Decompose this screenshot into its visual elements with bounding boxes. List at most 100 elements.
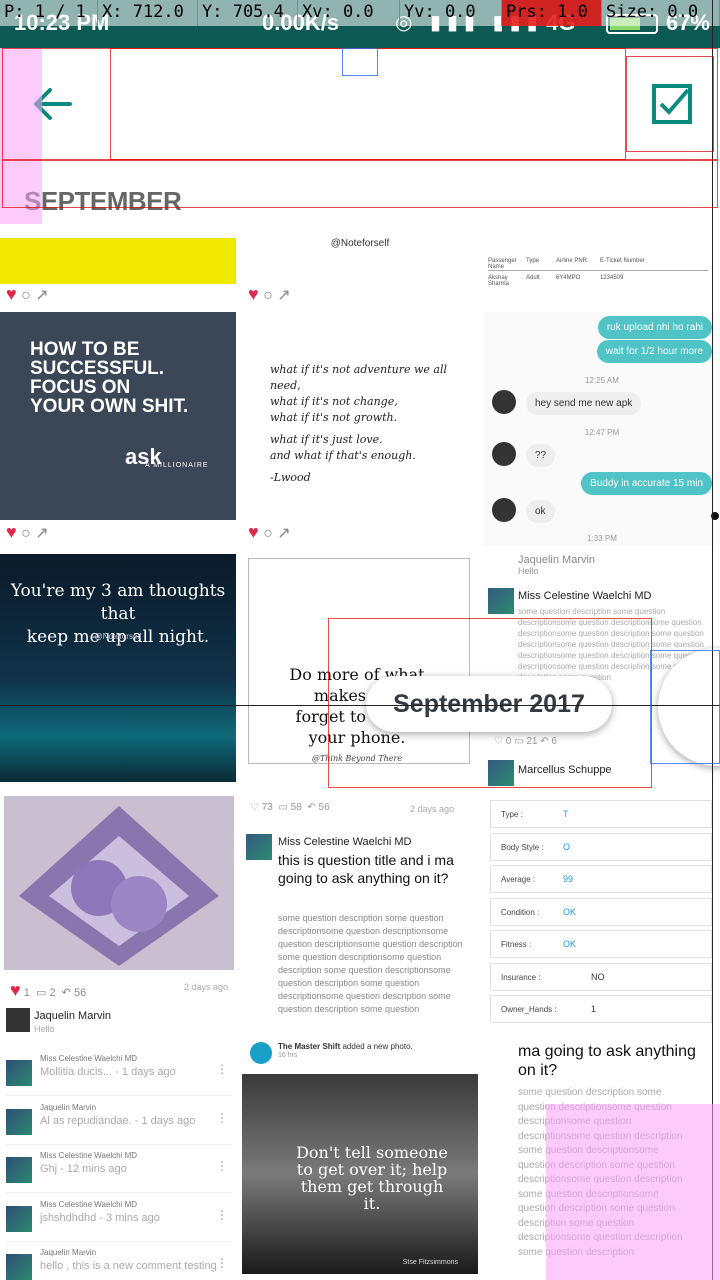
avatar bbox=[488, 760, 514, 786]
page-avatar bbox=[250, 1042, 272, 1064]
avatar bbox=[492, 498, 516, 522]
list-item[interactable]: Miss Celestine Waelchi MD Mollitia ducis.… bbox=[6, 1048, 232, 1096]
post-author: Miss Celestine Waelchi MD bbox=[518, 590, 652, 602]
comment-author: Miss Celestine Waelchi MD bbox=[40, 1199, 138, 1209]
confirm-button[interactable] bbox=[650, 82, 694, 126]
ticket-table: Passenger Name Type Airline PNR E-Ticket… bbox=[488, 238, 708, 298]
grid-tile[interactable]: Do more of what makes you forget to chec… bbox=[242, 554, 478, 792]
comment-icon[interactable]: ○ bbox=[21, 525, 31, 542]
share-count: 6 bbox=[551, 736, 557, 747]
grid-tile[interactable]: You're my 3 am thoughts that keep me up … bbox=[0, 554, 236, 782]
ticket-header: Type bbox=[526, 258, 540, 264]
list-item[interactable]: Jaquelin Marvin hello , this is a new com… bbox=[6, 1242, 232, 1280]
form-label: Owner_Hands : bbox=[501, 1005, 557, 1014]
ask-line: HOW TO BE bbox=[30, 339, 140, 360]
avatar bbox=[6, 1060, 32, 1086]
quote-line: Don't tell someone bbox=[296, 1143, 448, 1162]
chat-time: 12:25 AM bbox=[585, 376, 619, 385]
grid-tile[interactable]: ♡ 73 ▭ 58 ↶ 56 2 days ago Miss Celestine… bbox=[242, 796, 478, 1034]
tile-actions: ♥ ○ ↗ bbox=[6, 284, 49, 304]
ask-line: FOCUS ON bbox=[30, 377, 131, 398]
quote-line: what if it's not growth. bbox=[270, 411, 398, 424]
chat-bubble-in: hey send me new apk bbox=[526, 392, 642, 415]
quote-line: -Lwood bbox=[270, 471, 311, 484]
pointer-crosshair-h bbox=[0, 705, 720, 706]
tile-actions: ♥ ○ ↗ bbox=[0, 522, 236, 546]
grid-tile[interactable]: what if it's not adventure we all need, … bbox=[242, 312, 478, 546]
avatar bbox=[6, 1205, 32, 1232]
post-header: The Master Shift added a new photo. bbox=[278, 1042, 413, 1051]
form-value: 1 bbox=[591, 1004, 597, 1014]
like-count: 0 bbox=[505, 736, 512, 747]
comment-count: 58 bbox=[290, 802, 302, 813]
post-stats: ♥ 1 ▭ 2 ↶ 56 bbox=[10, 980, 87, 1000]
form-label: Average : bbox=[501, 875, 536, 884]
grid-tile[interactable]: @Noteforself ♥ ○ ↗ bbox=[242, 238, 478, 308]
ticket-header: Passenger Name bbox=[488, 258, 517, 270]
form-label: Body Style : bbox=[501, 842, 544, 852]
heart-icon[interactable]: ♥ bbox=[10, 980, 21, 1000]
post-header-sub: Hello bbox=[518, 566, 539, 576]
list-item[interactable]: Miss Celestine Waelchi MD jshshdhdhd - 3 … bbox=[6, 1194, 232, 1242]
night-credit: @Noteforself bbox=[94, 632, 142, 641]
avatar bbox=[6, 1108, 32, 1135]
form-value: 99 bbox=[563, 874, 574, 884]
post-time: 16 hrs bbox=[278, 1052, 298, 1059]
post-header-name: Jaquelin Marvin bbox=[518, 554, 596, 566]
more-icon[interactable]: ⋮ bbox=[216, 1256, 228, 1270]
page-name: The Master Shift bbox=[278, 1042, 341, 1051]
quote-line: it. bbox=[363, 1194, 381, 1213]
touch-trail bbox=[0, 48, 42, 224]
quote-line: to get over it; help bbox=[296, 1160, 448, 1179]
chat-time: 12:47 PM bbox=[584, 428, 620, 437]
share-icon[interactable]: ↗ bbox=[35, 525, 48, 542]
overlay-pointer: P: 1 / 1 bbox=[0, 0, 98, 26]
grid-tile[interactable]: ♥ 1 ▭ 2 ↶ 56 2 days ago Jaquelin Marvin … bbox=[0, 796, 236, 1034]
grid-tile[interactable]: Miss Celestine Waelchi MD Mollitia ducis.… bbox=[0, 1038, 236, 1280]
form-row: Insurance : NO bbox=[490, 962, 712, 991]
chat-bubble-in: ?? bbox=[526, 444, 556, 467]
more-icon[interactable]: ⋮ bbox=[216, 1111, 228, 1125]
form-label: Condition : bbox=[501, 907, 540, 917]
grid-tile[interactable]: ruk upload nhi ho rahi wait for 1/2 hour… bbox=[484, 312, 720, 546]
form-row: Condition : OK bbox=[490, 897, 712, 926]
share-count: 56 bbox=[318, 802, 330, 813]
screen: 10:23 PM 0.00K/s ◎ ▮▮▮ ▮▮▮ 4G 67% P: 1 /… bbox=[0, 0, 720, 1280]
post-author: Marcellus Schuppe bbox=[518, 764, 612, 776]
comment-author: Jaquelin Marvin bbox=[40, 1248, 97, 1257]
chat-bubble-out: Buddy in accurate 15 min bbox=[581, 472, 712, 495]
form-row: Fitness : OK bbox=[490, 930, 712, 958]
form-label: Fitness : bbox=[501, 940, 532, 949]
chat-bubble-out: ruk upload nhi ho rahi bbox=[597, 316, 712, 339]
list-item[interactable]: Miss Celestine Waelchi MD Ghj - 12 mins a… bbox=[6, 1145, 232, 1193]
more-icon[interactable]: ⋮ bbox=[216, 1159, 228, 1173]
grid-tile[interactable]: The Master Shift added a new photo. 16 h… bbox=[242, 1038, 478, 1280]
quote-line: You're my 3 am thoughts that bbox=[10, 581, 226, 624]
tile-image: HOW TO BE SUCCESSFUL. FOCUS ON YOUR OWN … bbox=[0, 312, 236, 520]
more-icon[interactable]: ⋮ bbox=[216, 1208, 228, 1222]
ask-quote: HOW TO BE SUCCESSFUL. FOCUS ON YOUR OWN … bbox=[30, 340, 188, 416]
question-title: this is question title and i ma going to… bbox=[278, 852, 454, 886]
pointer-location-overlay: P: 1 / 1 X: 712.0 Y: 705.4 Xv: 0.0 Yv: 0… bbox=[0, 0, 720, 26]
date-scroll-popup: September 2017 bbox=[366, 676, 612, 732]
heart-icon[interactable]: ♥ bbox=[6, 522, 17, 542]
ask-line: SUCCESSFUL. bbox=[30, 358, 165, 379]
grid-tile[interactable]: ♥ ○ ↗ bbox=[0, 238, 236, 308]
check-box-icon bbox=[652, 84, 692, 124]
more-icon[interactable]: ⋮ bbox=[216, 1062, 228, 1076]
form-value: O bbox=[563, 841, 571, 852]
ticket-cell: Adult bbox=[526, 275, 540, 281]
post-time: 2 days ago bbox=[409, 804, 454, 814]
list-item[interactable]: Jaquelin Marvin Al as repudiandae. - 1 da… bbox=[6, 1097, 232, 1145]
comment-text: Ghj - 12 mins ago bbox=[40, 1163, 127, 1175]
grid-tile[interactable]: Passenger Name Type Airline PNR E-Ticket… bbox=[484, 238, 720, 308]
form-value: NO bbox=[591, 971, 605, 982]
grid-tile[interactable]: Type : T Body Style : O Average : 99 Condition… bbox=[484, 796, 720, 1034]
tile-image: Don't tell someone to get over it; help … bbox=[242, 1074, 478, 1274]
grid-tile[interactable]: HOW TO BE SUCCESSFUL. FOCUS ON YOUR OWN … bbox=[0, 312, 236, 546]
post-stats: ♡ 73 ▭ 58 ↶ 56 bbox=[250, 802, 330, 813]
quote-line: what if it's not adventure we all need, bbox=[270, 363, 447, 392]
form-row: Type : T bbox=[490, 800, 712, 828]
ticket-cell: Akshay Sharma bbox=[488, 275, 510, 287]
comment-author: Miss Celestine Waelchi MD bbox=[40, 1054, 138, 1063]
